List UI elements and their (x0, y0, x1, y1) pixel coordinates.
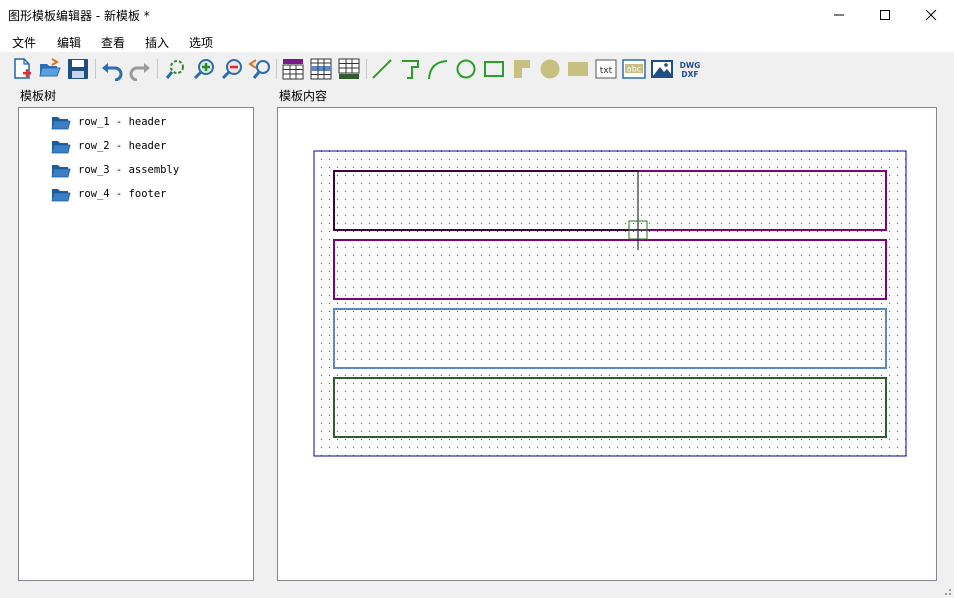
close-button[interactable] (908, 0, 954, 30)
zoom-out-button[interactable] (220, 57, 244, 81)
dwg-dxf-icon: DWG DXF (680, 61, 701, 79)
maximize-button[interactable] (862, 0, 908, 30)
zoom-in-icon (193, 59, 214, 80)
zoom-in-button[interactable] (192, 57, 216, 81)
polyline-icon (402, 60, 419, 79)
zoom-fit-button[interactable] (164, 57, 188, 81)
minimize-icon (834, 14, 844, 16)
close-icon (925, 9, 937, 21)
open-folder-icon (39, 58, 61, 77)
filled-polygon-icon (514, 60, 530, 78)
draw-line-button[interactable] (370, 57, 394, 81)
draw-polyline-button[interactable] (398, 57, 422, 81)
tree-item-label: row_4 - footer (78, 188, 167, 200)
save-button[interactable] (66, 57, 90, 81)
toolbar: txt abc DWG DXF (0, 53, 954, 85)
draw-rectangle-button[interactable] (482, 57, 506, 81)
table-rows-icon (310, 58, 332, 80)
menu-bar: 文件 编辑 查看 插入 选项 (0, 30, 954, 52)
toolbar-separator (366, 59, 367, 79)
minimize-button[interactable] (816, 0, 862, 30)
tree-panel-title: 模板树 (20, 89, 57, 103)
table-header-icon (282, 59, 304, 80)
draw-filled-rectangle-button[interactable] (566, 57, 590, 81)
insert-image-button[interactable] (650, 57, 674, 81)
maximize-icon (880, 10, 890, 20)
window-title: 图形模板编辑器 - 新模板 * (8, 9, 150, 23)
menu-file[interactable]: 文件 (12, 34, 36, 51)
zoom-previous-icon (248, 59, 270, 79)
tree-item-label: row_1 - header (78, 116, 167, 128)
toolbar-separator (157, 59, 158, 79)
arc-icon (428, 60, 448, 80)
canvas-drawing[interactable] (278, 108, 936, 580)
insert-footer-row-button[interactable] (337, 57, 361, 81)
menu-edit[interactable]: 编辑 (57, 34, 81, 51)
draw-arc-button[interactable] (426, 57, 450, 81)
table-footer-icon (338, 58, 360, 79)
new-file-icon (14, 58, 31, 79)
zoom-previous-button[interactable] (248, 57, 272, 81)
filled-rectangle-icon (568, 62, 588, 76)
text-icon: txt (595, 59, 617, 79)
folder-icon (51, 141, 71, 154)
folder-icon (51, 117, 71, 130)
draw-circle-button[interactable] (454, 57, 478, 81)
open-button[interactable] (38, 57, 62, 81)
resize-grip-icon[interactable] (942, 586, 952, 596)
svg-text:DXF: DXF (681, 70, 698, 79)
insert-header-row-button[interactable] (281, 57, 305, 81)
template-canvas[interactable] (277, 107, 937, 581)
menu-view[interactable]: 查看 (101, 34, 125, 51)
zoom-fit-icon (165, 60, 184, 79)
filled-circle-icon (540, 59, 560, 79)
attribute-text-icon: abc (622, 59, 646, 79)
redo-icon (129, 63, 150, 81)
draw-filled-polygon-button[interactable] (510, 57, 534, 81)
tree-item-label: row_2 - header (78, 140, 167, 152)
tree-item-label: row_3 - assembly (78, 164, 180, 176)
canvas-panel-title: 模板内容 (279, 89, 328, 103)
undo-icon (102, 63, 123, 81)
insert-attribute-button[interactable]: abc (622, 57, 646, 81)
svg-text:DWG: DWG (680, 61, 701, 70)
template-tree[interactable]: row_1 - header row_2 - header row_3 - as… (18, 107, 254, 581)
circle-icon (456, 59, 476, 79)
insert-dwg-dxf-button[interactable]: DWG DXF (678, 57, 702, 81)
toolbar-separator (95, 59, 96, 79)
new-file-button[interactable] (10, 57, 34, 81)
redo-button[interactable] (128, 57, 152, 81)
folder-icon (51, 189, 71, 202)
toolbar-separator (276, 59, 277, 79)
page-border (313, 150, 907, 457)
image-icon (651, 60, 673, 78)
title-bar: 图形模板编辑器 - 新模板 * (0, 0, 954, 30)
rectangle-icon (484, 61, 504, 77)
menu-options[interactable]: 选项 (189, 34, 213, 51)
menu-insert[interactable]: 插入 (145, 34, 169, 51)
line-icon (372, 59, 392, 79)
undo-button[interactable] (100, 57, 124, 81)
draw-filled-circle-button[interactable] (538, 57, 562, 81)
svg-text:txt: txt (600, 66, 613, 76)
insert-text-button[interactable]: txt (594, 57, 618, 81)
save-icon (68, 59, 88, 79)
zoom-out-icon (221, 59, 242, 80)
insert-assembly-row-button[interactable] (309, 57, 333, 81)
folder-icon (51, 165, 71, 178)
svg-text:abc: abc (627, 65, 641, 74)
